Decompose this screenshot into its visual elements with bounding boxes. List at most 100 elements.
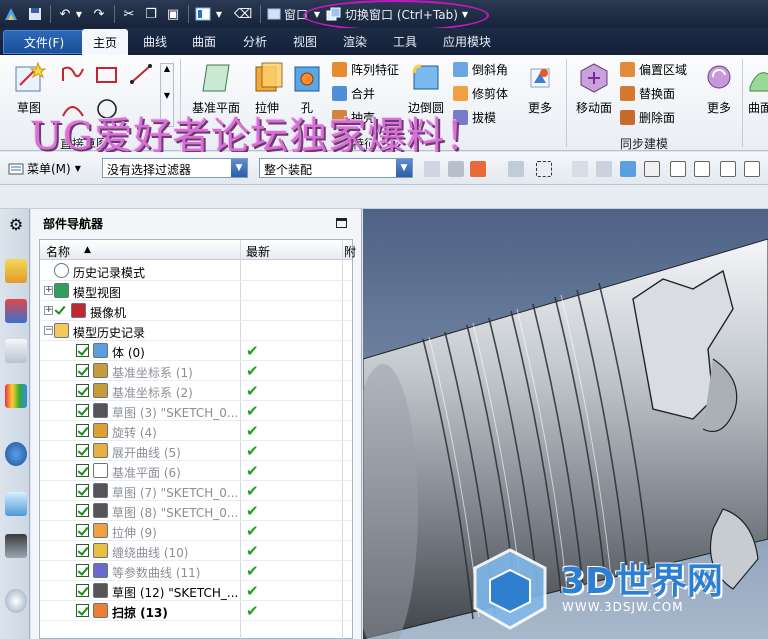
redo-icon[interactable]: ↷	[90, 4, 108, 24]
tree-row[interactable]: 历史记录模式	[40, 261, 352, 281]
visibility-checkbox[interactable]	[54, 304, 67, 317]
assembly-navigator-icon[interactable]	[5, 259, 27, 283]
save-icon[interactable]	[26, 4, 44, 24]
tab-surface[interactable]: 曲面	[192, 33, 216, 50]
constraint-navigator-icon[interactable]	[5, 299, 27, 323]
more-features-button[interactable]: 更多	[525, 61, 555, 116]
rectangle-select-icon[interactable]	[536, 161, 552, 177]
main-menu-button[interactable]: 菜单(M) ▼	[8, 160, 81, 177]
visibility-checkbox[interactable]	[76, 584, 89, 597]
chamfer-button[interactable]: 倒斜角	[453, 61, 508, 78]
visibility-checkbox[interactable]	[76, 464, 89, 477]
window-icon[interactable]	[266, 4, 282, 24]
delete-face-button[interactable]: 删除面	[620, 109, 675, 126]
offset-region-button[interactable]: 偏置区域	[620, 61, 687, 78]
tree-row[interactable]: + 摄像机	[40, 301, 352, 321]
expand-icon[interactable]: +	[44, 306, 53, 315]
tree-row[interactable]: + 模型视图	[40, 281, 352, 301]
tab-view[interactable]: 视图	[293, 33, 317, 50]
tree-row[interactable]: 基准平面 (6) ✔	[40, 461, 352, 481]
visibility-checkbox[interactable]	[76, 544, 89, 557]
view-icon[interactable]	[596, 161, 612, 177]
visibility-checkbox[interactable]	[76, 444, 89, 457]
gear-icon[interactable]: ⚙	[5, 215, 27, 239]
tree-row[interactable]: 基准坐标系 (1) ✔	[40, 361, 352, 381]
trim-body-button[interactable]: 修剪体	[453, 85, 508, 102]
collapse-icon[interactable]: −	[44, 326, 53, 335]
undo-dropdown-icon[interactable]: ▼	[74, 4, 84, 24]
tree-row[interactable]: 旋转 (4) ✔	[40, 421, 352, 441]
tab-render[interactable]: 渲染	[343, 33, 367, 50]
selection-scope-select[interactable]: 整个装配 ▼	[259, 158, 413, 178]
surface-group-button[interactable]: 曲面	[748, 61, 768, 116]
column-extra-header[interactable]: 附	[344, 243, 356, 260]
tab-analysis[interactable]: 分析	[243, 33, 267, 50]
eraser-icon[interactable]: ⌫	[234, 4, 252, 24]
tree-row[interactable]: 扫掠 (13) ✔	[40, 601, 352, 621]
up-to-date-check-icon: ✔	[246, 402, 259, 420]
column-latest-header[interactable]: 最新	[246, 243, 270, 260]
snap-point-icon[interactable]	[508, 161, 524, 177]
clock-icon[interactable]	[5, 589, 27, 613]
visibility-checkbox[interactable]	[76, 604, 89, 617]
tree-row[interactable]: 草图 (12) "SKETCH_... ✔	[40, 581, 352, 601]
wave-select-icon[interactable]	[744, 161, 760, 177]
rectangle-icon[interactable]	[94, 65, 120, 85]
tab-applications[interactable]: 应用模块	[443, 33, 491, 50]
unite-button[interactable]: 合并	[332, 85, 375, 102]
info-icon[interactable]	[5, 442, 27, 466]
column-name-header[interactable]: 名称	[46, 243, 70, 260]
maximize-icon[interactable]	[336, 218, 347, 228]
curve-select-icon[interactable]	[694, 161, 710, 177]
grid-icon[interactable]	[644, 161, 660, 177]
solid-body-icon[interactable]	[620, 161, 636, 177]
tree-row[interactable]: − 模型历史记录	[40, 321, 352, 341]
replace-face-button[interactable]: 替换面	[620, 85, 675, 102]
copy-icon[interactable]: ❐	[142, 4, 160, 24]
visibility-checkbox[interactable]	[76, 504, 89, 517]
visibility-checkbox[interactable]	[76, 524, 89, 537]
visibility-checkbox[interactable]	[76, 484, 89, 497]
arc-select-icon[interactable]	[720, 161, 736, 177]
file-menu-button[interactable]: 文件(F)	[3, 30, 85, 54]
visibility-checkbox[interactable]	[76, 364, 89, 377]
profile-icon[interactable]	[60, 63, 86, 85]
part-navigator-icon[interactable]	[5, 339, 27, 363]
pattern-feature-button[interactable]: 阵列特征	[332, 61, 399, 78]
visibility-checkbox[interactable]	[76, 384, 89, 397]
line-icon[interactable]	[128, 63, 154, 85]
layout-icon[interactable]	[194, 4, 212, 24]
reuse-library-icon[interactable]	[5, 384, 27, 408]
visibility-checkbox[interactable]	[76, 564, 89, 577]
visibility-checkbox[interactable]	[76, 344, 89, 357]
tree-row[interactable]: 草图 (8) "SKETCH_0... ✔	[40, 501, 352, 521]
line-select-icon[interactable]	[670, 161, 686, 177]
tree-row[interactable]: 体 (0) ✔	[40, 341, 352, 361]
more-sync-button[interactable]: 更多	[704, 61, 734, 116]
tree-row[interactable]: 拉伸 (9) ✔	[40, 521, 352, 541]
undo-icon[interactable]: ↶	[56, 4, 74, 24]
move-face-button[interactable]: 移动面	[576, 61, 612, 116]
tree-row[interactable]: 等参数曲线 (11) ✔	[40, 561, 352, 581]
history-palette-icon[interactable]	[5, 534, 27, 558]
web-browser-icon[interactable]	[5, 492, 27, 516]
filter-settings-icon[interactable]	[424, 161, 440, 177]
layout-dropdown-icon[interactable]: ▼	[214, 4, 224, 24]
select-all-icon[interactable]	[572, 161, 588, 177]
tree-row[interactable]: 基准坐标系 (2) ✔	[40, 381, 352, 401]
tree-row[interactable]: 缠绕曲线 (10) ✔	[40, 541, 352, 561]
type-filter-select[interactable]: 没有选择过滤器 ▼	[102, 158, 248, 178]
visibility-checkbox[interactable]	[76, 404, 89, 417]
tab-curve[interactable]: 曲线	[143, 33, 167, 50]
expand-icon[interactable]: +	[44, 286, 53, 295]
cut-icon[interactable]: ✂	[120, 4, 138, 24]
tab-tools[interactable]: 工具	[393, 33, 417, 50]
tree-row[interactable]: 草图 (7) "SKETCH_0... ✔	[40, 481, 352, 501]
visibility-checkbox[interactable]	[76, 424, 89, 437]
tree-row[interactable]: 草图 (3) "SKETCH_0... ✔	[40, 401, 352, 421]
select-feature-icon[interactable]	[448, 161, 464, 177]
tab-home[interactable]: 主页	[82, 29, 129, 55]
tree-row[interactable]: 展开曲线 (5) ✔	[40, 441, 352, 461]
select-face-icon[interactable]	[470, 161, 486, 177]
paste-icon[interactable]: ▣	[164, 4, 182, 24]
